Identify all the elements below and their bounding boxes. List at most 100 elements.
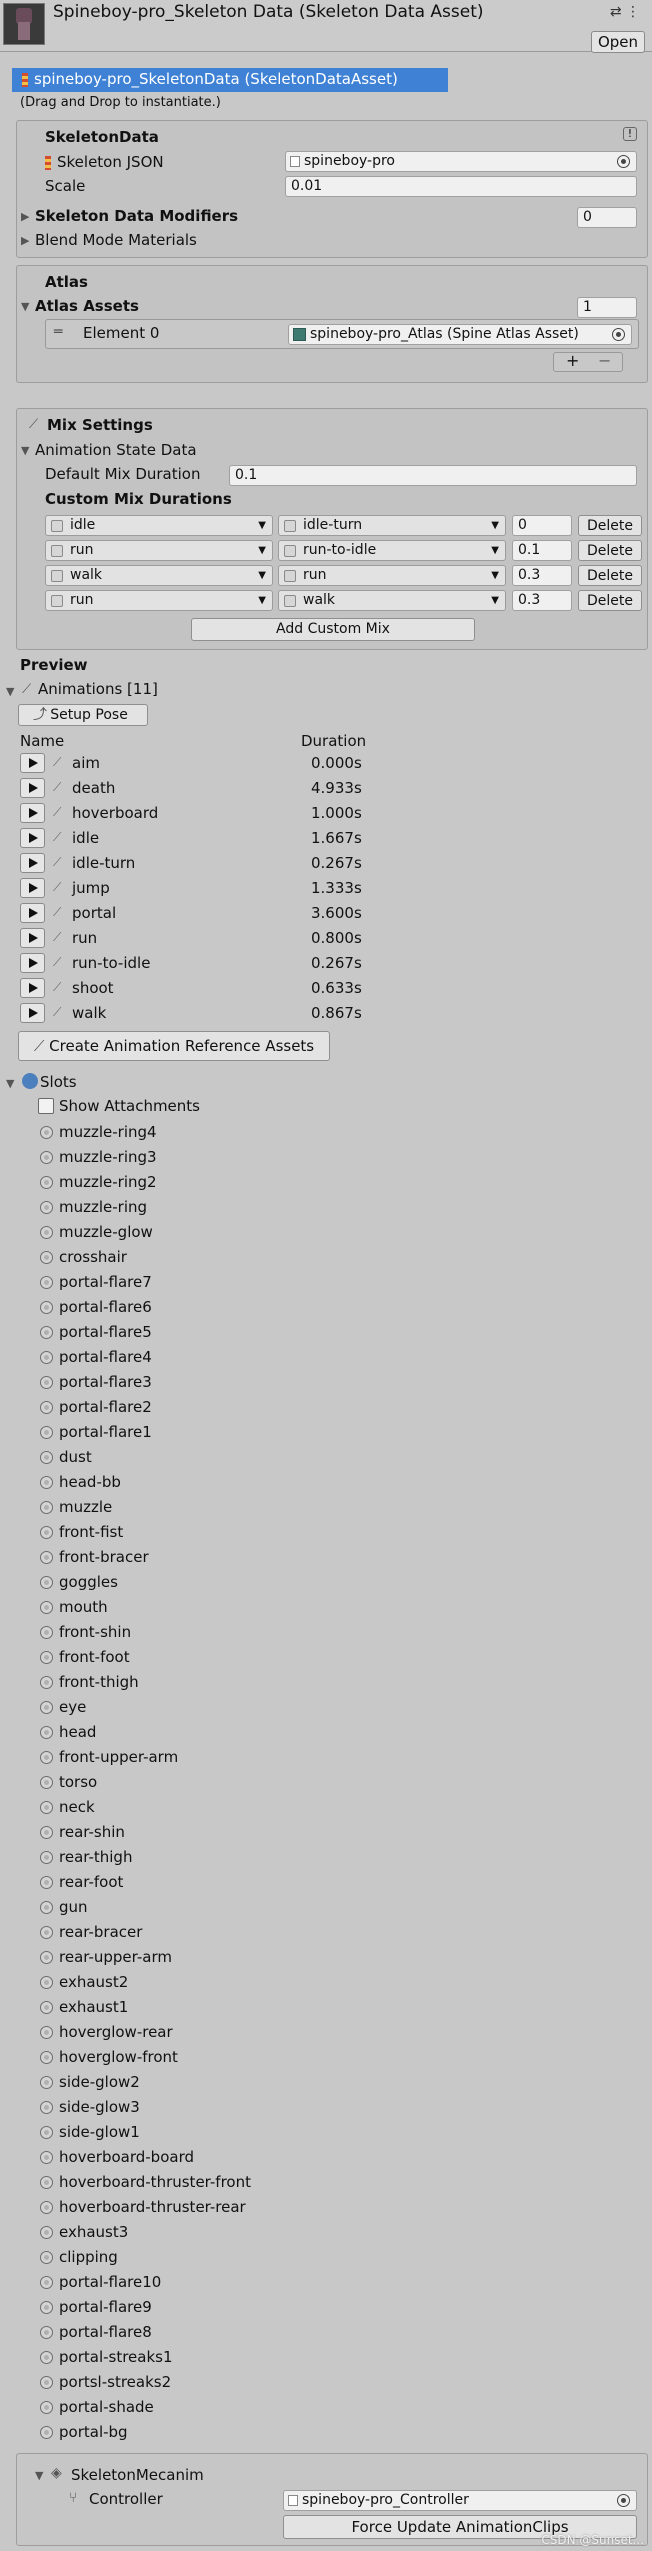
slot-radio-icon[interactable] bbox=[40, 1576, 53, 1589]
slot-radio-icon[interactable] bbox=[40, 1176, 53, 1189]
skeleton-json-field[interactable]: spineboy-pro bbox=[285, 151, 637, 172]
mix-duration-input[interactable]: 0 bbox=[512, 515, 572, 536]
delete-mix-button[interactable]: Delete bbox=[578, 590, 642, 611]
slot-item[interactable]: portal-flare3 bbox=[59, 1373, 152, 1391]
slot-item[interactable]: portal-flare1 bbox=[59, 1423, 152, 1441]
slot-item[interactable]: hoverglow-rear bbox=[59, 2023, 173, 2041]
slot-radio-icon[interactable] bbox=[40, 1701, 53, 1714]
slot-item[interactable]: portal-bg bbox=[59, 2423, 128, 2441]
slot-radio-icon[interactable] bbox=[40, 2101, 53, 2114]
slot-radio-icon[interactable] bbox=[40, 2176, 53, 2189]
slot-radio-icon[interactable] bbox=[40, 2051, 53, 2064]
object-picker-icon[interactable] bbox=[617, 155, 630, 168]
slot-radio-icon[interactable] bbox=[40, 1876, 53, 1889]
play-animation-button[interactable] bbox=[20, 753, 45, 773]
slot-radio-icon[interactable] bbox=[40, 1126, 53, 1139]
slot-radio-icon[interactable] bbox=[40, 1926, 53, 1939]
slot-radio-icon[interactable] bbox=[40, 1301, 53, 1314]
play-animation-button[interactable] bbox=[20, 803, 45, 823]
slot-radio-icon[interactable] bbox=[40, 2276, 53, 2289]
slot-item[interactable]: neck bbox=[59, 1798, 95, 1816]
slot-item[interactable]: rear-thigh bbox=[59, 1848, 132, 1866]
skeleton-mecanim-title[interactable]: SkeletonMecanim bbox=[71, 2466, 204, 2484]
slot-radio-icon[interactable] bbox=[40, 2026, 53, 2039]
slot-radio-icon[interactable] bbox=[40, 1776, 53, 1789]
chevron-down-icon[interactable]: ▼ bbox=[21, 444, 29, 457]
chevron-down-icon[interactable]: ▼ bbox=[35, 2469, 43, 2482]
slot-radio-icon[interactable] bbox=[40, 2251, 53, 2264]
mix-from-dropdown[interactable]: run ▼ bbox=[45, 590, 273, 611]
mix-to-dropdown[interactable]: walk ▼ bbox=[278, 590, 506, 611]
slot-item[interactable]: portal-flare6 bbox=[59, 1298, 152, 1316]
slot-radio-icon[interactable] bbox=[40, 2326, 53, 2339]
slot-radio-icon[interactable] bbox=[40, 1426, 53, 1439]
slot-item[interactable]: portal-flare10 bbox=[59, 2273, 161, 2291]
default-mix-duration-input[interactable]: 0.1 bbox=[229, 465, 637, 486]
slot-item[interactable]: muzzle-ring3 bbox=[59, 1148, 157, 1166]
mix-from-dropdown[interactable]: run ▼ bbox=[45, 540, 273, 561]
slot-radio-icon[interactable] bbox=[40, 1651, 53, 1664]
chevron-right-icon[interactable]: ▶ bbox=[21, 234, 29, 247]
slot-item[interactable]: rear-upper-arm bbox=[59, 1948, 172, 1966]
slot-item[interactable]: portsl-streaks2 bbox=[59, 2373, 171, 2391]
slot-radio-icon[interactable] bbox=[40, 1676, 53, 1689]
slot-radio-icon[interactable] bbox=[40, 1226, 53, 1239]
slot-item[interactable]: hoverboard-thruster-rear bbox=[59, 2198, 246, 2216]
slot-radio-icon[interactable] bbox=[40, 2351, 53, 2364]
play-animation-button[interactable] bbox=[20, 953, 45, 973]
slot-item[interactable]: hoverboard-thruster-front bbox=[59, 2173, 251, 2191]
slot-radio-icon[interactable] bbox=[40, 1851, 53, 1864]
slot-radio-icon[interactable] bbox=[40, 1251, 53, 1264]
slot-item[interactable]: muzzle-ring2 bbox=[59, 1173, 157, 1191]
animation-state-data-label[interactable]: Animation State Data bbox=[35, 441, 197, 459]
slot-item[interactable]: front-foot bbox=[59, 1648, 130, 1666]
slot-item[interactable]: side-glow3 bbox=[59, 2098, 140, 2116]
slot-item[interactable]: dust bbox=[59, 1448, 92, 1466]
create-animation-reference-assets-button[interactable]: ⟋ Create Animation Reference Assets bbox=[18, 1031, 330, 1061]
show-attachments-checkbox[interactable] bbox=[38, 1098, 54, 1114]
minus-icon[interactable]: − bbox=[598, 351, 611, 370]
slot-item[interactable]: hoverboard-board bbox=[59, 2148, 194, 2166]
slot-item[interactable]: muzzle-ring bbox=[59, 1198, 147, 1216]
slot-radio-icon[interactable] bbox=[40, 1401, 53, 1414]
sliders-icon[interactable]: ⇄ ⋮ bbox=[610, 4, 640, 20]
animations-foldout-label[interactable]: Animations [11] bbox=[38, 680, 158, 698]
slot-radio-icon[interactable] bbox=[40, 2151, 53, 2164]
slot-radio-icon[interactable] bbox=[40, 1526, 53, 1539]
plus-icon[interactable]: + bbox=[566, 351, 579, 370]
add-custom-mix-button[interactable]: Add Custom Mix bbox=[191, 618, 475, 641]
slot-item[interactable]: muzzle-ring4 bbox=[59, 1123, 157, 1141]
slot-item[interactable]: portal-flare9 bbox=[59, 2298, 152, 2316]
slot-radio-icon[interactable] bbox=[40, 1901, 53, 1914]
slot-item[interactable]: rear-shin bbox=[59, 1823, 125, 1841]
atlas-assets-label[interactable]: Atlas Assets bbox=[35, 297, 139, 315]
slot-item[interactable]: goggles bbox=[59, 1573, 118, 1591]
mix-duration-input[interactable]: 0.3 bbox=[512, 565, 572, 586]
slot-item[interactable]: front-upper-arm bbox=[59, 1748, 178, 1766]
slot-radio-icon[interactable] bbox=[40, 1351, 53, 1364]
mix-from-dropdown[interactable]: idle ▼ bbox=[45, 515, 273, 536]
play-animation-button[interactable] bbox=[20, 928, 45, 948]
slot-item[interactable]: portal-shade bbox=[59, 2398, 154, 2416]
mix-duration-input[interactable]: 0.3 bbox=[512, 590, 572, 611]
play-animation-button[interactable] bbox=[20, 1003, 45, 1023]
slot-radio-icon[interactable] bbox=[40, 1376, 53, 1389]
blend-mode-materials-label[interactable]: Blend Mode Materials bbox=[35, 231, 197, 249]
slot-item[interactable]: side-glow1 bbox=[59, 2123, 140, 2141]
setup-pose-button[interactable]: ⤴ Setup Pose bbox=[18, 704, 148, 726]
slot-item[interactable]: crosshair bbox=[59, 1248, 127, 1266]
slot-radio-icon[interactable] bbox=[40, 1626, 53, 1639]
slot-radio-icon[interactable] bbox=[40, 1151, 53, 1164]
slot-item[interactable]: front-bracer bbox=[59, 1548, 149, 1566]
slot-item[interactable]: muzzle-glow bbox=[59, 1223, 153, 1241]
play-animation-button[interactable] bbox=[20, 778, 45, 798]
skeleton-data-modifiers-label[interactable]: Skeleton Data Modifiers bbox=[35, 207, 238, 225]
play-animation-button[interactable] bbox=[20, 878, 45, 898]
chevron-down-icon[interactable]: ▼ bbox=[6, 1077, 14, 1090]
mix-to-dropdown[interactable]: idle-turn ▼ bbox=[278, 515, 506, 536]
slot-item[interactable]: front-fist bbox=[59, 1523, 123, 1541]
slot-radio-icon[interactable] bbox=[40, 1476, 53, 1489]
chevron-down-icon[interactable]: ▼ bbox=[21, 300, 29, 313]
controller-field[interactable]: spineboy-pro_Controller bbox=[283, 2490, 637, 2511]
mix-duration-input[interactable]: 0.1 bbox=[512, 540, 572, 561]
